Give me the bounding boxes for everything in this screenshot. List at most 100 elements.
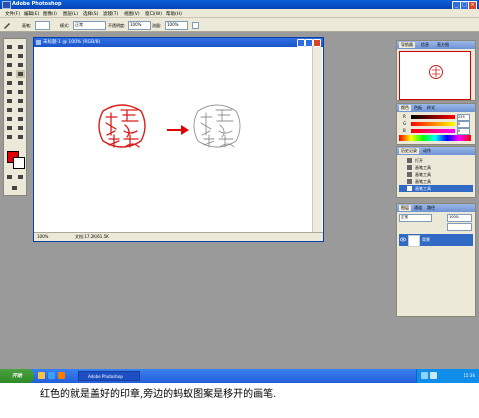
- tab-histogram[interactable]: 直方图: [435, 42, 451, 48]
- document-title: 未标题-1 @ 100% (RGB/8): [43, 40, 101, 45]
- layer-fill-input[interactable]: [447, 223, 472, 231]
- menu-filter[interactable]: 滤镜(T): [103, 11, 118, 17]
- tab-styles[interactable]: 样式: [425, 105, 437, 111]
- red-arrow: [167, 125, 189, 135]
- green-channel-value[interactable]: 0: [457, 121, 470, 128]
- caption-text: 红色的就是盖好的印章,旁边的蚂蚁图案是移开的画笔.: [40, 389, 277, 400]
- gradient-tool-icon[interactable]: [16, 88, 25, 96]
- tool-options-bar: 画笔: 模式: 正常 不透明度: 100% 流量: 100%: [0, 18, 479, 32]
- brush-preset-picker[interactable]: [35, 21, 50, 30]
- history-item-selected[interactable]: 画笔工具: [399, 185, 473, 192]
- menu-image[interactable]: 图像(I): [43, 11, 57, 17]
- slice-tool-icon[interactable]: [16, 61, 25, 69]
- tray-network-icon[interactable]: [421, 372, 428, 379]
- standard-mode-icon[interactable]: [5, 173, 14, 181]
- brush-tool-icon[interactable]: [3, 21, 11, 29]
- menu-window[interactable]: 窗口(W): [145, 11, 162, 17]
- doc-minimize-button[interactable]: [297, 39, 305, 47]
- clone-stamp-tool-icon[interactable]: [5, 79, 14, 87]
- layer-row-background[interactable]: 背景: [399, 234, 473, 247]
- dodge-tool-icon[interactable]: [16, 97, 25, 105]
- type-tool-icon[interactable]: [16, 106, 25, 114]
- pen-tool-icon[interactable]: [5, 115, 14, 123]
- zoom-level[interactable]: 100%: [37, 234, 48, 239]
- flow-input[interactable]: 100%: [165, 21, 188, 30]
- blue-channel-value[interactable]: 0: [457, 128, 470, 135]
- zoom-tool-icon[interactable]: [16, 133, 25, 141]
- menu-select[interactable]: 选择(S): [83, 11, 98, 17]
- red-channel-value[interactable]: 255: [457, 114, 470, 121]
- tray-volume-icon[interactable]: [430, 372, 437, 379]
- history-item[interactable]: 画笔工具: [399, 171, 473, 178]
- lasso-tool-icon[interactable]: [5, 52, 14, 60]
- quick-launch-ie-icon[interactable]: [48, 372, 55, 379]
- tab-swatches[interactable]: 色板: [412, 105, 424, 111]
- history-brush-tool-icon[interactable]: [16, 79, 25, 87]
- quick-mask-mode-icon[interactable]: [16, 173, 25, 181]
- blur-tool-icon[interactable]: [5, 97, 14, 105]
- color-spectrum-bar[interactable]: [399, 135, 471, 141]
- document-canvas[interactable]: [35, 47, 313, 235]
- notes-tool-icon[interactable]: [5, 124, 14, 132]
- red-channel-label: R: [403, 114, 406, 119]
- doc-close-button[interactable]: [313, 39, 321, 47]
- tab-actions[interactable]: 动作: [421, 148, 433, 154]
- green-channel-slider[interactable]: [411, 122, 455, 126]
- background-color-swatch[interactable]: [13, 157, 25, 169]
- mode-select[interactable]: 正常: [73, 21, 106, 30]
- menu-help[interactable]: 帮助(H): [166, 11, 182, 17]
- menu-edit[interactable]: 编辑(E): [24, 11, 39, 17]
- tab-color[interactable]: 颜色: [399, 105, 411, 111]
- navigator-preview[interactable]: [399, 51, 471, 100]
- tab-history[interactable]: 历史记录: [399, 148, 419, 154]
- opacity-label: 不透明度:: [108, 23, 126, 28]
- tab-layers[interactable]: 图层: [399, 205, 411, 211]
- photoshop-app-icon: [2, 1, 11, 9]
- hand-tool-icon[interactable]: [5, 133, 14, 141]
- brush-icon: [407, 165, 412, 170]
- document-vertical-scrollbar[interactable]: [312, 47, 322, 235]
- healing-tool-icon[interactable]: [5, 70, 14, 78]
- eraser-tool-icon[interactable]: [5, 88, 14, 96]
- eye-icon[interactable]: [400, 237, 406, 242]
- shape-tool-icon[interactable]: [16, 115, 25, 123]
- history-item[interactable]: 打开: [399, 157, 473, 164]
- tab-info[interactable]: 信息: [419, 42, 431, 48]
- start-button[interactable]: 开始: [0, 369, 34, 383]
- flow-label: 流量:: [152, 23, 162, 28]
- menu-view[interactable]: 视图(V): [124, 11, 140, 17]
- brush-icon: [407, 172, 412, 177]
- crop-tool-icon[interactable]: [5, 61, 14, 69]
- tab-navigator[interactable]: 导航器: [399, 42, 415, 48]
- brush-outline-pattern: [193, 104, 241, 148]
- mode-label: 模式:: [60, 23, 70, 28]
- history-item-label: 画笔工具: [415, 172, 431, 177]
- taskbar-item-photoshop[interactable]: Adobe Photoshop: [78, 371, 140, 381]
- menu-layer[interactable]: 图层(L): [63, 11, 78, 17]
- screen-mode-icon[interactable]: [10, 184, 19, 192]
- blue-channel-slider[interactable]: [411, 129, 455, 133]
- toolbox: [3, 38, 27, 196]
- quick-launch-folder-icon[interactable]: [38, 372, 45, 379]
- opacity-input[interactable]: 100%: [128, 21, 151, 30]
- navigator-palette-header: 导航器 信息 直方图: [397, 41, 475, 49]
- move-tool-icon[interactable]: [16, 43, 25, 51]
- layer-blend-mode-select[interactable]: 正常: [399, 214, 432, 222]
- layers-palette: 图层 通道 路径 正常 100% 背景: [396, 203, 476, 317]
- marquee-tool-icon[interactable]: [5, 43, 14, 51]
- layer-opacity-input[interactable]: 100%: [447, 214, 472, 222]
- history-item[interactable]: 画笔工具: [399, 164, 473, 171]
- menu-file[interactable]: 文件(F): [5, 11, 20, 17]
- brush-tool-active-icon[interactable]: [16, 70, 25, 78]
- doc-maximize-button[interactable]: [305, 39, 313, 47]
- history-item[interactable]: 画笔工具: [399, 178, 473, 185]
- magic-wand-tool-icon[interactable]: [16, 52, 25, 60]
- airbrush-toggle[interactable]: [192, 22, 199, 29]
- tab-channels[interactable]: 通道: [412, 205, 424, 211]
- quick-launch-media-icon[interactable]: [58, 372, 65, 379]
- path-select-tool-icon[interactable]: [5, 106, 14, 114]
- document-title-bar[interactable]: 未标题-1 @ 100% (RGB/8): [34, 38, 323, 47]
- red-channel-slider[interactable]: [411, 115, 455, 119]
- eyedropper-tool-icon[interactable]: [16, 124, 25, 132]
- tab-paths[interactable]: 路径: [425, 205, 437, 211]
